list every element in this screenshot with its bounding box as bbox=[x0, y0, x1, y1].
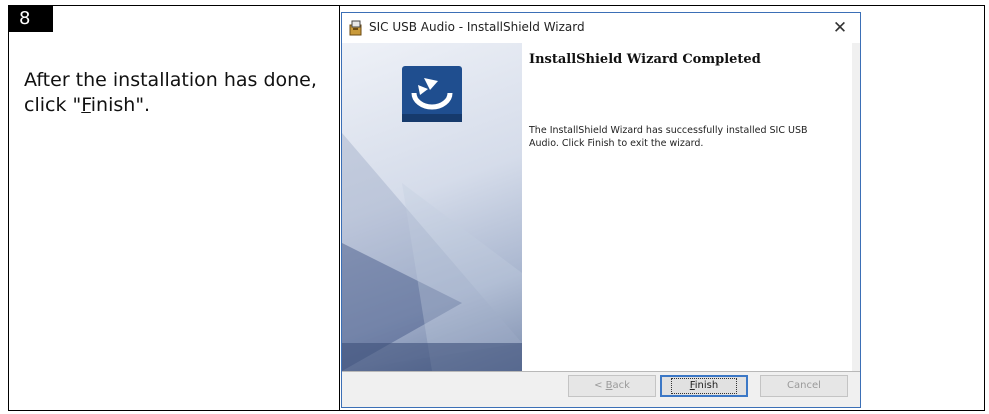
wizard-content-panel: InstallShield Wizard Completed The Insta… bbox=[522, 43, 852, 371]
wizard-banner bbox=[342, 43, 522, 371]
back-button-prefix: < bbox=[594, 380, 606, 391]
banner-graphic bbox=[342, 66, 522, 371]
back-button-mnemonic: B bbox=[605, 380, 613, 391]
instruction-line-1: After the installation has done, bbox=[24, 69, 317, 91]
frame-divider bbox=[339, 5, 340, 411]
finish-button[interactable]: Finish bbox=[660, 375, 748, 397]
wizard-heading: InstallShield Wizard Completed bbox=[529, 52, 761, 67]
instruction-text: After the installation has done, click "… bbox=[24, 68, 336, 118]
installer-icon bbox=[349, 20, 362, 36]
back-button[interactable]: < Back bbox=[568, 375, 656, 397]
step-number-badge: 8 bbox=[9, 6, 53, 32]
installshield-wizard-dialog: SIC USB Audio - InstallShield Wizard ✕ I… bbox=[341, 12, 861, 408]
finish-button-focus: Finish bbox=[670, 378, 738, 394]
title-bar[interactable]: SIC USB Audio - InstallShield Wizard ✕ bbox=[342, 13, 860, 43]
window-title: SIC USB Audio - InstallShield Wizard bbox=[369, 20, 585, 34]
back-button-rest: ack bbox=[612, 380, 630, 391]
wizard-description: The InstallShield Wizard has successfull… bbox=[529, 125, 808, 149]
instruction-click: click " bbox=[24, 94, 82, 116]
instruction-line-2: click "Finish". bbox=[24, 93, 336, 118]
installshield-logo-icon bbox=[402, 66, 462, 122]
cancel-button[interactable]: Cancel bbox=[760, 375, 848, 397]
close-button[interactable]: ✕ bbox=[820, 13, 860, 43]
finish-button-rest: inish bbox=[694, 380, 719, 391]
instruction-finish-rest: inish". bbox=[90, 94, 151, 116]
button-area-separator bbox=[342, 371, 860, 372]
instruction-finish-mnemonic: F bbox=[81, 94, 91, 116]
